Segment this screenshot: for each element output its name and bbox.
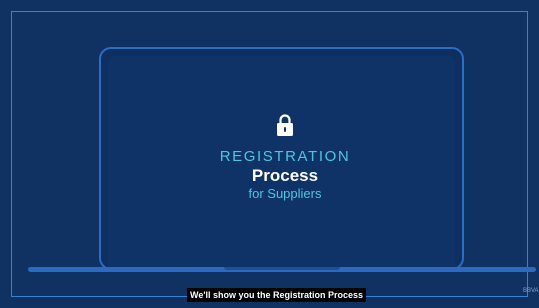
subtitle-caption: We'll show you the Registration Process — [187, 288, 367, 302]
watermark-logo: BBVA — [523, 288, 539, 294]
heading-registration: REGISTRATION — [219, 148, 351, 165]
heading-for-suppliers: for Suppliers — [248, 186, 322, 201]
heading-process: Process — [251, 166, 319, 185]
title-block: REGISTRATION Process for Suppliers — [150, 148, 420, 201]
video-frame[interactable]: REGISTRATION Process for Suppliers We'll… — [0, 0, 539, 308]
laptop-notch — [224, 267, 340, 270]
lock-icon — [277, 114, 293, 136]
